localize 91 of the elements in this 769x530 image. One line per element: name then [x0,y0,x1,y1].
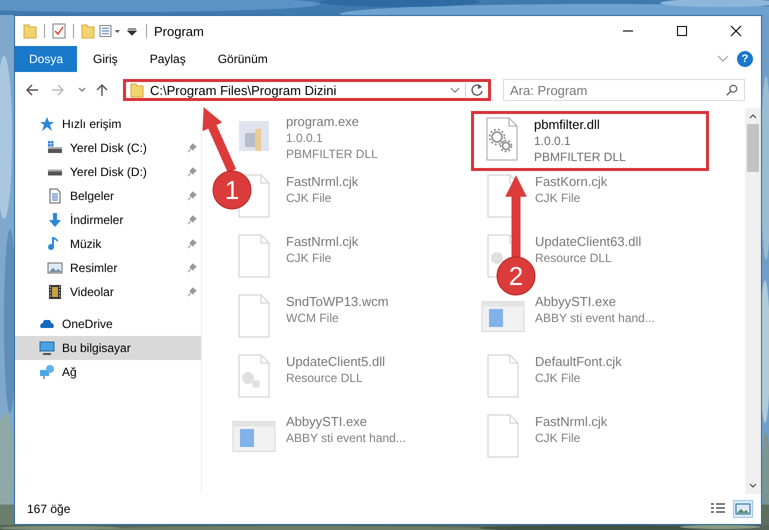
file-detail: CJK File [535,190,582,206]
drive-icon [47,140,63,156]
ribbon-tab[interactable]: Giriş [77,46,134,72]
file-name: UpdateClient63.dll [535,234,642,250]
dll-file-icon [236,354,272,398]
sidebar-item[interactable]: Resimler [15,256,201,280]
maximize-icon[interactable] [676,25,688,37]
file-name: DefaultFont.cjk [535,354,622,370]
address-bar[interactable]: C:\Program Files\Program Dizini [123,79,491,101]
ribbon-tab[interactable]: Görünüm [202,46,284,72]
search-field[interactable]: Ara: Program [503,79,745,101]
cloud-icon [39,320,55,328]
sidebar-item[interactable]: Müzik [15,232,201,256]
pin-icon[interactable] [187,287,197,297]
network-icon [39,364,55,380]
file-detail: CJK File [286,250,332,266]
sidebar-item[interactable]: Yerel Disk (C:) [15,136,201,160]
expand-ribbon-icon[interactable] [717,55,729,63]
scroll-up-icon[interactable] [748,112,758,120]
close-icon[interactable] [730,25,742,37]
selected-file-tile[interactable]: pbmfilter.dll 1.0.0.1 PBMFILTER DLL [471,111,709,171]
window-icon [232,420,276,452]
search-icon [726,84,738,96]
help-button[interactable]: ? [737,51,753,67]
pin-icon[interactable] [187,167,197,177]
sidebar-item[interactable]: Belgeler [15,184,201,208]
back-icon[interactable] [25,83,39,97]
view-menu-icon[interactable] [99,23,121,39]
installer-icon [239,121,269,151]
window-icon [481,300,525,332]
scrollbar[interactable] [745,108,761,494]
film-icon [47,284,63,300]
file-detail: CJK File [535,370,582,386]
file-name: AbbyySTI.exe [286,414,368,430]
file-name: FastNrml.cjk [535,414,608,430]
file-detail: ABBY sti event hand... [535,310,655,326]
monitor-icon [39,340,55,356]
step-badge: 1 [212,170,252,210]
sidebar-item[interactable]: Hızlı erişim [15,112,201,136]
file-detail: PBMFILTER DLL [534,149,626,165]
scroll-down-icon[interactable] [748,482,758,490]
annotation-arrow [202,107,236,173]
pin-icon[interactable] [187,143,197,153]
file-name: program.exe [286,114,360,130]
file-name: FastNrml.cjk [286,234,358,250]
folder-icon [130,82,144,98]
file-name: SndToWP13.wcm [286,294,389,310]
sidebar-item[interactable]: İndirmeler [15,208,201,232]
document-icon [485,354,521,398]
large-icons-view-icon[interactable] [733,500,753,518]
sidebar-item[interactable]: Bu bilgisayar [15,336,201,360]
file-name: AbbyySTI.exe [535,294,617,310]
gear-file-icon [484,117,520,161]
sidebar-item[interactable]: Ağ [15,360,201,384]
pin-icon[interactable] [187,215,197,225]
document-icon [236,294,272,338]
star-icon [39,116,55,132]
step-badge: 2 [496,256,536,296]
file-name: FastKorn.cjk [535,174,608,190]
pin-icon[interactable] [187,191,197,201]
file-detail: CJK File [286,190,332,206]
file-name: UpdateClient5.dll [286,354,386,370]
address-path: C:\Program Files\Program Dizini [150,82,338,98]
document-icon [485,414,521,458]
file-detail: 1.0.0.1 [286,130,324,146]
ribbon-tab[interactable]: Paylaş [134,46,202,72]
window-title: Program [154,24,204,38]
image-icon [47,260,63,276]
pin-icon[interactable] [187,263,197,273]
file-detail: Resource DLL [535,250,613,266]
checklist-icon[interactable] [52,23,66,39]
download-icon [47,212,63,228]
file-name: pbmfilter.dll [534,117,601,133]
file-detail: WCM File [286,310,340,326]
drive-icon [47,168,63,176]
item-count: 167 öğe [27,502,70,516]
caret-icon[interactable] [450,86,460,94]
sidebar-item[interactable]: Yerel Disk (D:) [15,160,201,184]
file-name: FastNrml.cjk [286,174,358,190]
document-icon [47,188,63,204]
sidebar-item[interactable]: Videolar [15,280,201,304]
up-icon[interactable] [95,83,109,97]
pin-icon[interactable] [187,239,197,249]
file-detail: ABBY sti event hand... [286,430,406,446]
scroll-thumb[interactable] [747,124,759,172]
sidebar-item[interactable]: OneDrive [15,312,201,336]
file-detail: CJK File [535,430,582,446]
file-detail: Resource DLL [286,370,364,386]
file-detail: 1.0.0.1 [534,133,572,149]
document-icon [236,234,272,278]
file-detail: PBMFILTER DLL [286,146,378,162]
